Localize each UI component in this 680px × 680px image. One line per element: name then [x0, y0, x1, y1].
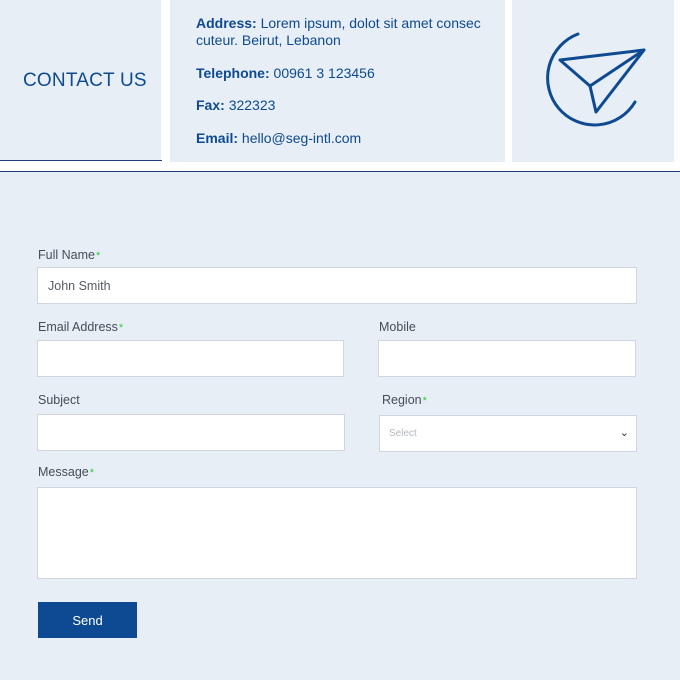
telephone-label: Telephone:	[196, 65, 270, 81]
telephone-row: Telephone: 00961 3 123456	[196, 65, 375, 82]
region-label: Region*	[382, 393, 427, 407]
address-row: Address: Lorem ipsum, dolot sit amet con…	[196, 15, 496, 49]
region-selected-value: Select	[389, 428, 417, 439]
subject-input[interactable]	[37, 414, 345, 451]
mobile-label: Mobile	[379, 320, 416, 334]
email-label: Email Address*	[38, 320, 124, 334]
telephone-value: 00961 3 123456	[273, 65, 375, 81]
email-input[interactable]	[37, 340, 344, 377]
page-title: CONTACT US	[23, 70, 147, 91]
fax-value: 322323	[228, 97, 276, 113]
fax-row: Fax: 322323	[196, 97, 275, 114]
divider	[0, 160, 162, 161]
message-textarea[interactable]	[37, 487, 637, 579]
address-label: Address:	[196, 15, 257, 31]
contact-title-panel: CONTACT US	[0, 0, 161, 160]
paper-plane-icon	[546, 32, 646, 127]
message-label: Message*	[38, 465, 95, 479]
subject-label: Subject	[38, 393, 80, 407]
email-row: Email: hello@seg-intl.com	[196, 130, 361, 147]
region-select[interactable]: Select ⌄	[379, 415, 637, 452]
email-label: Email:	[196, 130, 239, 146]
full-name-input[interactable]	[37, 267, 637, 304]
chevron-down-icon: ⌄	[619, 427, 629, 439]
full-name-label: Full Name*	[38, 248, 101, 262]
fax-label: Fax:	[196, 97, 225, 113]
send-button[interactable]: Send	[38, 602, 137, 638]
mobile-input[interactable]	[378, 340, 636, 377]
email-value[interactable]: hello@seg-intl.com	[242, 130, 361, 146]
